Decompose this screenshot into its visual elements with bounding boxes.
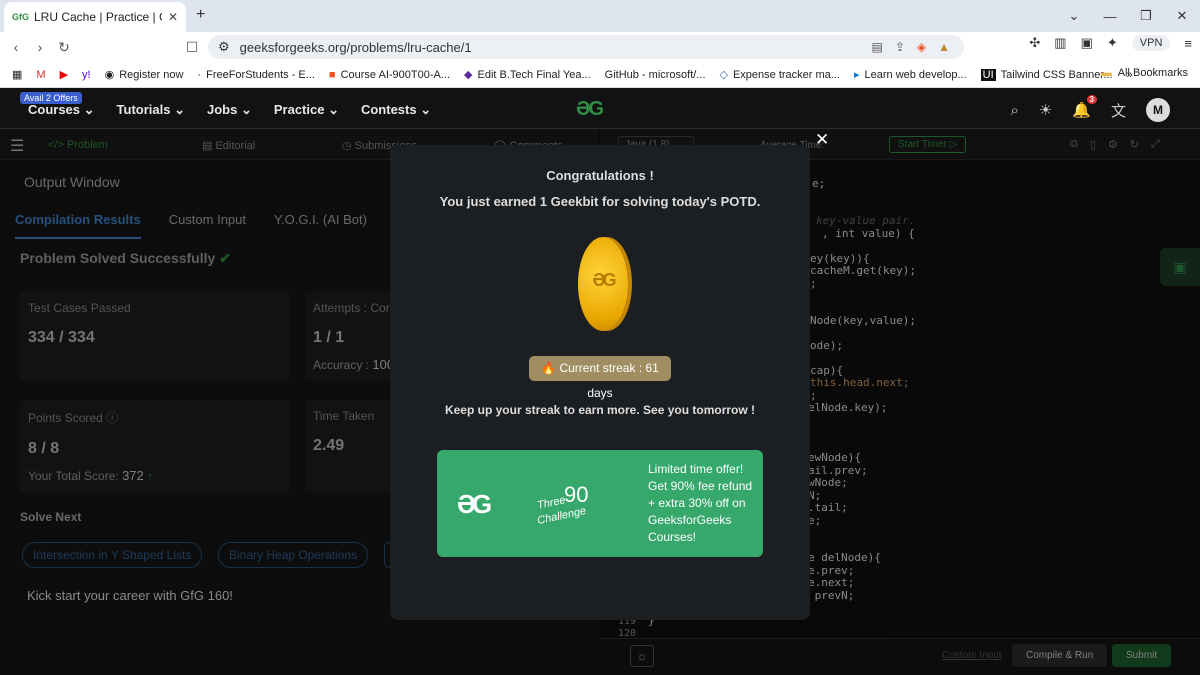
translate-icon[interactable]: 文 [1111,100,1126,121]
extensions-icon[interactable]: ✣ [1029,35,1040,51]
yahoo-icon[interactable]: y! [82,69,91,81]
bookmark-item[interactable]: GitHub - microsoft/... [605,69,706,81]
bookmarks-bar: ▦ M ▶ y! ◉ Register now · FreeForStudents … [0,62,1200,88]
promo-90: 90 [564,482,589,507]
bookmark-item[interactable]: ■ Course AI-900T00-A... [329,69,450,81]
avatar[interactable]: M [1146,98,1170,122]
share-icon[interactable]: ⇪ [895,40,905,54]
menu-icon[interactable]: ≡ [1184,36,1192,51]
menu-jobs[interactable]: Jobs ⌄ [207,102,252,118]
gfg-logo: ƏG [457,489,492,519]
brave-rewards-icon[interactable]: ▲ [938,40,950,54]
notification-bell-icon[interactable]: 🔔 3 [1072,95,1097,119]
close-icon[interactable]: ✕ [815,130,829,150]
reload-icon[interactable]: ↻ [52,39,76,56]
site-info-icon[interactable]: ⚙ [218,39,230,55]
notification-count: 3 [1086,95,1097,104]
bookmark-favicon-icon: UI [980,68,996,81]
apps-icon[interactable]: ▦ [12,68,22,81]
geekbit-coin-icon: ƏG [578,237,628,331]
extensions-area: ✣ ▥ ▣ ✦ VPN ≡ [1029,35,1192,51]
gmail-icon[interactable]: M [36,69,45,81]
omnibox[interactable]: ⚙ geeksforgeeks.org/problems/lru-cache/1… [208,35,964,59]
globe-icon: ◉ [104,69,115,81]
menu-tutorials[interactable]: Tutorials ⌄ [117,102,185,118]
grad-cap-icon: ◆ [464,69,473,81]
url-text[interactable]: geeksforgeeks.org/problems/lru-cache/1 [240,40,862,55]
sidebar-icon[interactable]: ▥ [1054,35,1066,51]
youtube-icon[interactable]: ▶ [60,68,68,81]
restore-icon[interactable]: ❐ [1128,8,1164,24]
modal-title: Congratulations ! [546,168,654,183]
all-bookmarks[interactable]: ▬ All Bookmarks [1101,67,1188,79]
new-tab-icon[interactable]: + [196,6,205,24]
modal-message: You just earned 1 Geekbit for solving to… [439,194,761,209]
brave-shield-icon[interactable]: ◈ [917,40,926,54]
bookmark-item[interactable]: ◇ Expense tracker ma... [719,68,840,82]
bookmark-item[interactable]: · FreeForStudents - E... [197,69,315,81]
close-tab-icon[interactable]: ✕ [168,10,178,24]
bookmark-item[interactable]: UI Tailwind CSS Banner... [980,68,1113,81]
microsoft-icon: ■ [328,68,336,81]
bookmark-favicon-icon: ▸ [853,69,860,81]
search-icon[interactable]: ⌕ [1010,102,1018,119]
minimize-icon[interactable]: — [1092,9,1128,24]
menu-contests[interactable]: Contests ⌄ [361,102,431,118]
fire-icon: 🔥 [541,361,557,375]
gfg-favicon-icon: GfG [12,12,29,22]
gfg-main-menu: Courses ⌄ Tutorials ⌄ Jobs ⌄ Practice ⌄ … [28,102,431,118]
browser-tab[interactable]: GfG LRU Cache | Practice | GeeksforGeeks… [4,2,186,32]
gfg-logo[interactable]: ƏG [576,98,604,121]
menu-practice[interactable]: Practice ⌄ [274,102,339,118]
bookmark-favicon-icon: ◇ [719,69,728,81]
tab-list-icon[interactable]: ⌄ [1056,8,1092,24]
theme-toggle-icon[interactable]: ☀ [1039,101,1052,119]
leo-ai-icon[interactable]: ✦ [1107,35,1118,51]
encourage-text: Keep up your streak to earn more. See yo… [444,403,756,417]
forward-icon[interactable]: › [28,39,52,55]
reader-icon[interactable]: ▤ [871,40,882,54]
menu-courses[interactable]: Courses ⌄ [28,102,95,118]
tab-title: LRU Cache | Practice | GeeksforGeeks [34,10,162,24]
vpn-button[interactable]: VPN [1131,35,1171,51]
close-window-icon[interactable]: ✕ [1164,8,1200,24]
address-bar-row: ‹ › ↻ ☐ ⚙ geeksforgeeks.org/problems/lru… [0,32,1200,62]
bookmark-icon[interactable]: ☐ [180,39,204,56]
streak-badge: 🔥 Current streak : 61 days [529,356,671,400]
bookmark-favicon-icon: · [197,68,202,81]
header-icons: ⌕ ☀ 🔔 3 文 M [1010,95,1170,122]
back-icon[interactable]: ‹ [4,39,28,55]
bookmark-item[interactable]: ◉ Register now [104,68,184,82]
folder-icon: ▬ [1100,67,1112,79]
window-controls: ⌄ — ❐ ✕ [1056,0,1200,32]
bookmark-item[interactable]: ◆ Edit B.Tech Final Yea... [464,68,591,82]
wallet-icon[interactable]: ▣ [1081,35,1093,51]
browser-tab-bar: GfG LRU Cache | Practice | GeeksforGeeks… [0,0,1200,32]
bookmark-item[interactable]: ▸ Learn web develop... [853,68,967,82]
promo-text: Limited time offer! Get 90% fee refund +… [648,462,753,544]
